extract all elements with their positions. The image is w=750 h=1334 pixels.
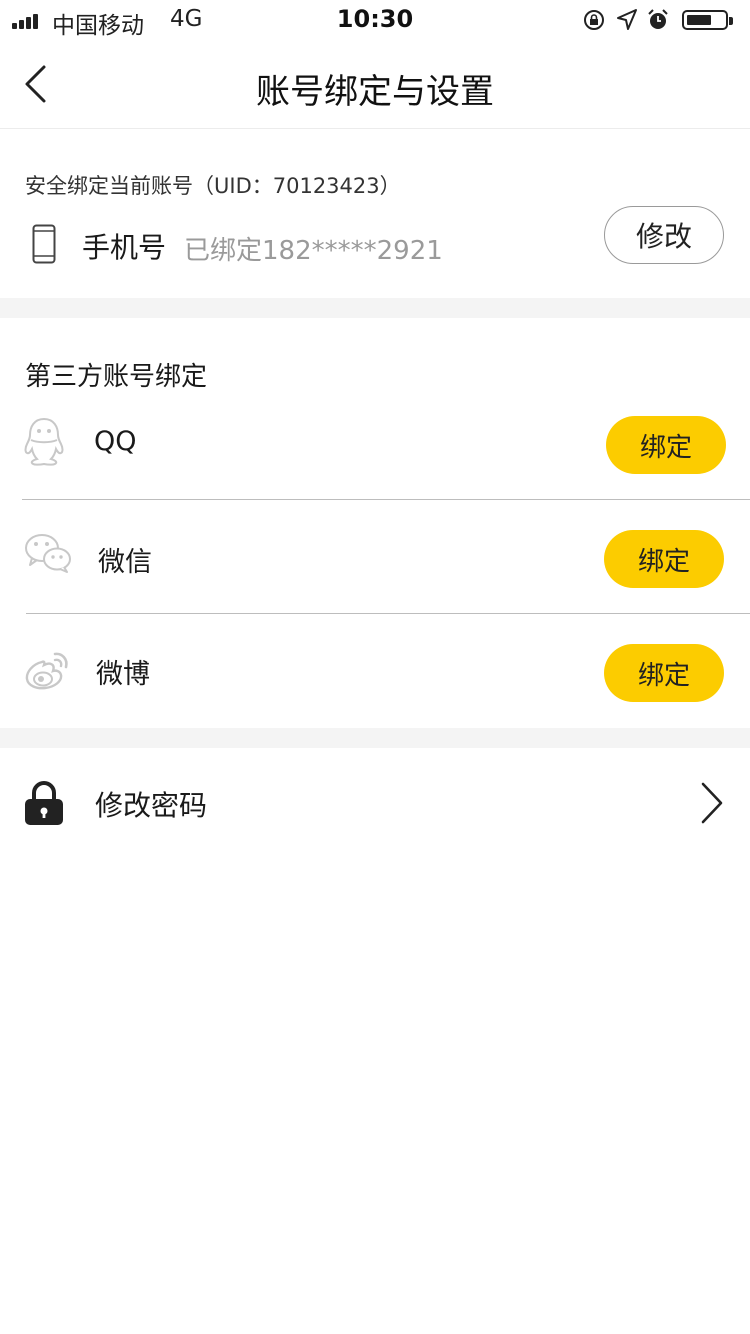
chevron-right-icon xyxy=(701,782,723,824)
section-gap xyxy=(0,728,750,748)
phone-label: 手机号 xyxy=(82,231,167,264)
weibo-label: 微博 xyxy=(96,659,150,690)
alarm-icon xyxy=(648,9,668,29)
list-item-weibo: 微博 绑定 xyxy=(0,614,750,728)
bind-weibo-button[interactable]: 绑定 xyxy=(604,644,724,702)
lock-icon xyxy=(25,781,63,825)
status-icons xyxy=(566,8,736,34)
mobile-phone-icon xyxy=(32,224,56,264)
rotation-lock-icon xyxy=(584,10,604,30)
list-item-wechat: 微信 绑定 xyxy=(0,500,750,614)
bind-wechat-button[interactable]: 绑定 xyxy=(604,530,724,588)
weibo-icon xyxy=(25,652,68,690)
phone-bound-value: 已绑定182*****2921 xyxy=(184,236,443,266)
battery-icon xyxy=(682,10,733,30)
change-password-row[interactable]: 修改密码 xyxy=(0,748,750,858)
location-icon xyxy=(617,9,637,30)
change-password-label: 修改密码 xyxy=(95,789,208,822)
section-gap xyxy=(0,298,750,318)
nav-bar: 账号绑定与设置 xyxy=(0,40,750,129)
wechat-icon xyxy=(25,534,71,573)
page-title: 账号绑定与设置 xyxy=(256,72,494,112)
security-binding-label: 安全绑定当前账号（UID：70123423） xyxy=(25,174,401,198)
wechat-label: 微信 xyxy=(98,547,152,578)
bind-qq-button[interactable]: 绑定 xyxy=(606,416,726,474)
third-party-binding-section: 第三方账号绑定 QQ 绑定 微信 绑定 微博 绑定 xyxy=(0,318,750,728)
qq-icon xyxy=(24,417,64,466)
status-bar: 中国移动 4G 10:30 xyxy=(0,0,750,40)
security-binding-section: 安全绑定当前账号（UID：70123423） 手机号 已绑定182*****29… xyxy=(0,130,750,298)
qq-label: QQ xyxy=(94,426,137,457)
modify-phone-button[interactable]: 修改 xyxy=(604,206,724,264)
list-item-qq: QQ 绑定 xyxy=(0,386,750,500)
